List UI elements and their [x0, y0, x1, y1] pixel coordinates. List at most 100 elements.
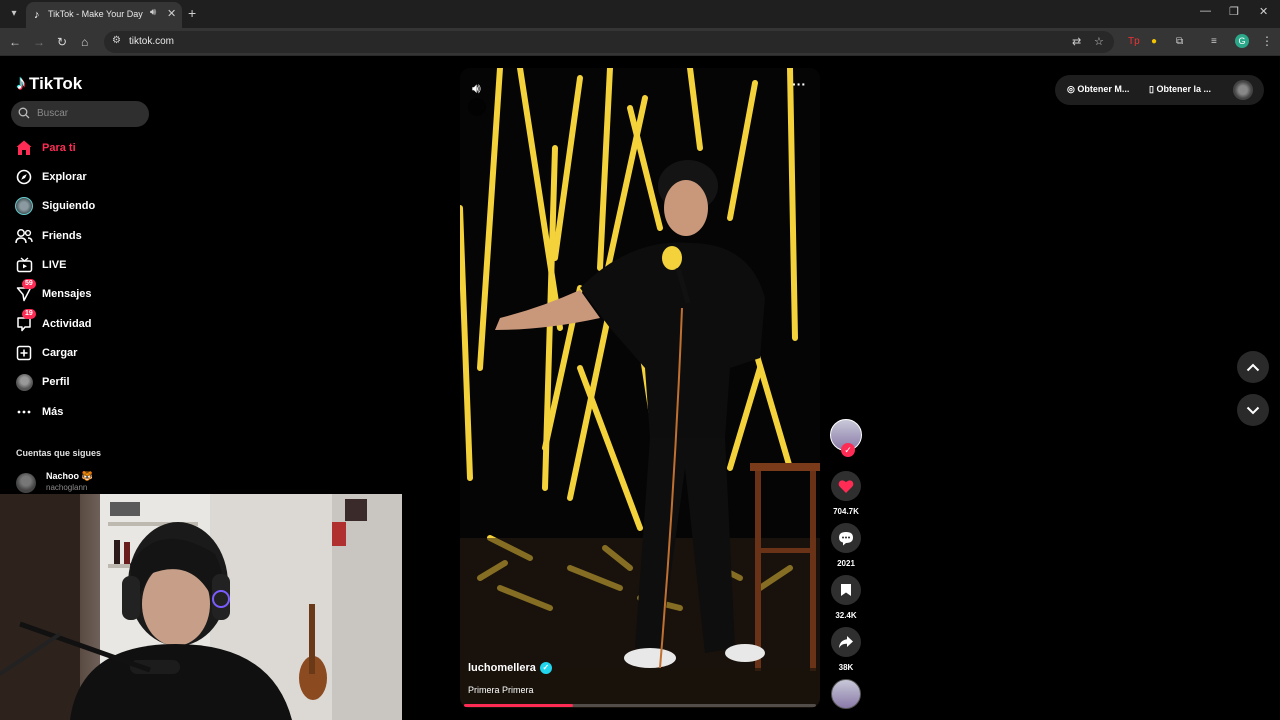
sidebar-item-cargar[interactable]: Cargar: [14, 342, 154, 364]
home-browser-icon[interactable]: ⌂: [81, 34, 88, 50]
music-disc-avatar[interactable]: [831, 679, 861, 709]
browser-tab-bar: ▾ ♪ TikTok - Make Your Day 🔊︎ ✕ + — ❐ ✕: [0, 0, 1280, 28]
sidebar-item-mas[interactable]: Más: [14, 401, 154, 423]
video-author[interactable]: luchomellera ✓: [468, 662, 552, 674]
verified-icon: ✓: [539, 662, 552, 674]
video-frame-image: [460, 68, 820, 708]
like-button[interactable]: [831, 471, 861, 501]
close-window-icon[interactable]: ✕: [1259, 5, 1268, 18]
search-placeholder: Buscar: [37, 108, 69, 119]
live-icon: [14, 255, 34, 275]
save-button[interactable]: [831, 575, 861, 605]
reload-icon[interactable]: ↻: [57, 34, 67, 50]
heart-icon: [838, 479, 854, 493]
forward-icon[interactable]: →: [33, 34, 45, 50]
new-tab-icon[interactable]: +: [188, 5, 196, 21]
translate-icon[interactable]: ⇄: [1072, 35, 1081, 48]
previous-video-button[interactable]: [1237, 351, 1269, 383]
site-info-icon[interactable]: ⚙: [112, 35, 121, 46]
share-icon: [839, 636, 853, 648]
tab-audio-icon[interactable]: 🔊︎: [150, 7, 156, 18]
sidebar-item-label: Explorar: [42, 171, 87, 183]
avatar: [16, 473, 36, 493]
tiktok-logo[interactable]: ♪ TikTok: [16, 72, 82, 95]
share-count: 38K: [838, 663, 854, 672]
minimize-icon[interactable]: —: [1200, 5, 1211, 17]
search-input[interactable]: Buscar: [11, 101, 149, 127]
sidebar-item-label: Cargar: [42, 347, 78, 359]
video-indicator-icon: [468, 98, 486, 116]
tab-search-icon[interactable]: ▾: [6, 6, 22, 22]
extensions-puzzle-icon[interactable]: ⧉: [1176, 36, 1183, 48]
author-name: luchomellera: [468, 662, 536, 674]
media-controls-icon[interactable]: ≡: [1211, 36, 1217, 48]
chevron-up-icon: [1246, 363, 1260, 371]
sidebar-item-label: Mensajes: [42, 288, 92, 300]
video-more-icon[interactable]: ···: [792, 76, 806, 92]
webcam-overlay: [0, 494, 402, 720]
comment-count: 2021: [837, 559, 855, 568]
comment-icon: [839, 531, 853, 545]
tab-title: TikTok - Make Your Day: [48, 9, 143, 19]
following-section-title: Cuentas que sigues: [16, 448, 102, 458]
activity-badge: 19: [22, 309, 36, 319]
back-icon[interactable]: ←: [9, 34, 21, 50]
sidebar-item-siguiendo[interactable]: Siguiendo: [14, 195, 154, 217]
more-icon: [14, 402, 34, 422]
get-app-button-1[interactable]: ◎ Obtener M...: [1067, 84, 1129, 95]
extension-yellow-icon[interactable]: ●: [1151, 36, 1157, 48]
messages-icon: 59: [14, 279, 36, 304]
browser-tab[interactable]: ♪ TikTok - Make Your Day 🔊︎ ✕: [26, 2, 182, 28]
sidebar-item-label: Para ti: [42, 142, 76, 154]
search-icon: [18, 107, 30, 119]
sidebar-item-actividad[interactable]: 19 Actividad: [14, 309, 154, 335]
sidebar-item-label: LIVE: [42, 259, 67, 271]
tiktok-page: ♪ TikTok Buscar Para ti Explorar Siguien…: [0, 57, 1280, 720]
sidebar-item-label: Friends: [42, 230, 82, 242]
video-player[interactable]: 🔊︎ ··· luchomellera ✓ Primera Primera: [460, 68, 820, 708]
bookmark-star-icon[interactable]: ☆: [1094, 35, 1104, 48]
extension-tp-icon[interactable]: Tp: [1128, 36, 1140, 48]
sidebar-item-friends[interactable]: Friends: [14, 225, 154, 247]
video-progress-bar[interactable]: [464, 704, 816, 707]
home-icon: [14, 138, 34, 158]
following-name: Nachoo 🐯: [46, 471, 93, 481]
restore-icon[interactable]: ❐: [1229, 5, 1239, 18]
sidebar-item-perfil[interactable]: Perfil: [14, 371, 154, 393]
following-handle: nachoglann: [46, 483, 88, 492]
sidebar-item-mensajes[interactable]: 59 Mensajes: [14, 279, 154, 305]
address-bar[interactable]: ⚙ tiktok.com ⇄ ☆: [104, 31, 1114, 53]
share-button[interactable]: [831, 627, 861, 657]
next-video-button[interactable]: [1237, 394, 1269, 426]
sidebar-item-label: Siguiendo: [42, 200, 96, 212]
browser-menu-icon[interactable]: ⋮: [1261, 34, 1273, 48]
sidebar-item-para-ti[interactable]: Para ti: [14, 137, 154, 159]
compass-icon: [14, 167, 34, 187]
user-avatar[interactable]: [1233, 80, 1253, 100]
like-count: 704.7K: [833, 507, 859, 516]
following-avatar: [14, 196, 34, 216]
top-right-actions: ◎ Obtener M... ▯ Obtener la ...: [1055, 75, 1264, 105]
sidebar-item-live[interactable]: LIVE: [14, 254, 154, 276]
friends-icon: [14, 226, 34, 246]
chevron-down-icon: [1246, 406, 1260, 414]
get-app-button-2[interactable]: ▯ Obtener la ...: [1149, 84, 1211, 95]
tiktok-note-icon: ♪: [16, 72, 26, 94]
sidebar-item-explorar[interactable]: Explorar: [14, 166, 154, 188]
save-count: 32.4K: [835, 611, 857, 620]
messages-badge: 59: [22, 279, 36, 289]
browser-profile-avatar[interactable]: G: [1235, 34, 1249, 48]
comment-button[interactable]: [831, 523, 861, 553]
video-progress-fill: [464, 704, 574, 707]
bookmark-icon: [841, 584, 851, 596]
upload-icon: [14, 343, 34, 363]
volume-icon[interactable]: 🔊︎: [472, 80, 481, 97]
get-app-label-2: Obtener la ...: [1156, 84, 1211, 94]
following-account[interactable]: Nachoo 🐯 nachoglann: [16, 470, 156, 494]
follow-check-icon[interactable]: ✓: [841, 443, 855, 457]
logo-text: TikTok: [29, 73, 83, 93]
tab-close-icon[interactable]: ✕: [167, 7, 176, 20]
video-description: Primera Primera: [468, 685, 534, 695]
sidebar-item-label: Más: [42, 406, 64, 418]
url-text: tiktok.com: [129, 36, 175, 47]
